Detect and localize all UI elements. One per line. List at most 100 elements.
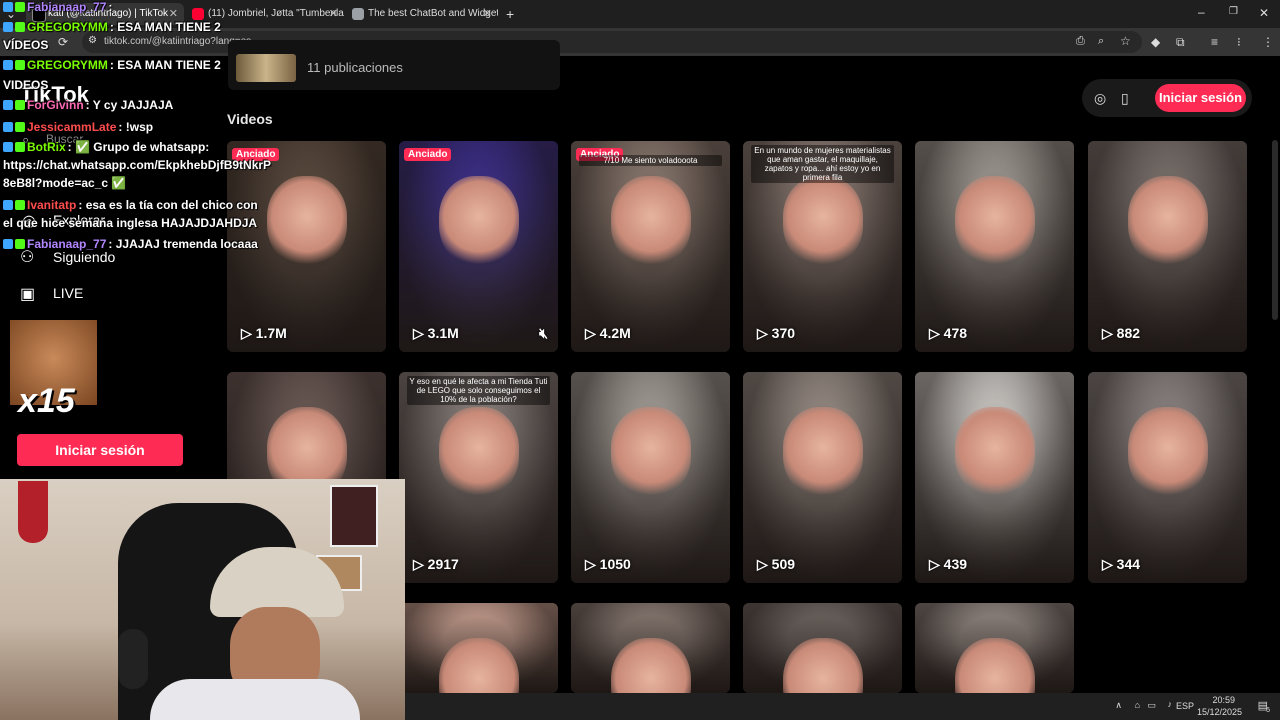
chat-badge-icon: [3, 100, 13, 110]
video-tile[interactable]: Y eso en qué le afecta a mi Tienda Tuti …: [399, 372, 558, 583]
compass-icon[interactable]: ◎: [1094, 91, 1106, 105]
site-info-icon[interactable]: ⚙: [88, 36, 97, 46]
thumbnail-face: [1128, 407, 1208, 497]
live-tv-icon[interactable]: ▣: [20, 284, 35, 304]
mute-icon[interactable]: 🔇︎: [539, 325, 548, 342]
star-icon[interactable]: ☆: [1120, 35, 1131, 47]
video-tile[interactable]: ▷ 882: [1088, 141, 1247, 352]
video-tile[interactable]: ▷ 439: [915, 372, 1074, 583]
windows-taskbar: ∧ ⌂ ▭ ♪ ESP 20:59 15/12/2025 ▤ 5: [405, 693, 1280, 720]
video-tile[interactable]: ▷ 509: [743, 372, 902, 583]
video-tile[interactable]: ▷ 1050: [571, 372, 730, 583]
video-tile[interactable]: [743, 603, 902, 693]
chat-badge-icon: [3, 142, 13, 152]
login-button-sidebar[interactable]: Iniciar sesión: [17, 434, 183, 466]
view-count: ▷ 370: [757, 325, 795, 342]
chat-username[interactable]: GREGORYMM: [27, 20, 108, 34]
webcam-feed: [0, 479, 405, 720]
chat-username[interactable]: JessicammLate: [27, 120, 116, 134]
chat-badge-icon: [3, 200, 13, 210]
chat-badge-icon: [3, 60, 13, 70]
profile-summary-card: 11 publicaciones: [228, 40, 560, 90]
chat-text: ✅ Grupo de whatsapp:: [75, 140, 210, 154]
chat-text: https://chat.whatsapp.com/EkpkhebDjfB9tN…: [3, 158, 272, 172]
subscriber-badge-icon: [15, 142, 25, 152]
video-tile[interactable]: ▷ 478: [915, 141, 1074, 352]
chat-username[interactable]: ForGivinn: [27, 98, 84, 112]
wall-poster: [330, 485, 378, 547]
chat-username[interactable]: Ivanitatp: [27, 198, 76, 212]
video-tile[interactable]: [399, 603, 558, 693]
zoom-icon[interactable]: ⌕: [1098, 36, 1104, 47]
media-control-icon[interactable]: ≡: [1211, 36, 1218, 48]
video-tile[interactable]: [571, 603, 730, 693]
clock-date[interactable]: 15/12/2025: [1197, 707, 1242, 717]
thumbnail-face: [439, 176, 519, 266]
minimize-icon[interactable]: –: [1198, 6, 1205, 18]
subscriber-badge-icon: [15, 22, 25, 32]
extensions-puzzle-icon[interactable]: ⧉: [1176, 36, 1185, 48]
install-icon[interactable]: ⎙: [1076, 36, 1085, 47]
chat-username[interactable]: Fabianaap_77: [27, 237, 106, 251]
clock-time[interactable]: 20:59: [1212, 695, 1235, 705]
video-tile[interactable]: Anciado 7/10 Me siento voladooota ▷ 4.2M: [571, 141, 730, 352]
chat-badge-icon: [3, 2, 13, 12]
volume-icon[interactable]: ♪: [1168, 699, 1173, 709]
view-count-value: 439: [943, 556, 968, 572]
restore-icon[interactable]: ❐: [1229, 7, 1238, 17]
profile-icon[interactable]: ⁝: [1237, 36, 1241, 48]
chat-message: Fabianaap_77:: [3, 0, 112, 15]
scrollbar[interactable]: [1272, 140, 1278, 320]
video-tile[interactable]: [915, 603, 1074, 693]
chat-username[interactable]: Fabianaap_77: [27, 0, 106, 14]
language-indicator[interactable]: ESP: [1176, 701, 1194, 711]
tab-label: (11) Jombriel, Jøtta "Tumbenla": [208, 8, 344, 19]
video-tile[interactable]: Anciado ▷ 3.1M 🔇︎: [399, 141, 558, 352]
chevron-up-icon[interactable]: ∧: [1115, 700, 1122, 711]
play-icon: ▷: [241, 325, 256, 341]
network-icon[interactable]: ⌂: [1135, 700, 1140, 710]
nav-live[interactable]: LIVE: [53, 285, 83, 301]
profile-thumbnail[interactable]: [236, 54, 296, 82]
chat-badge-icon: [3, 122, 13, 132]
chat-username[interactable]: GREGORYMM: [27, 58, 108, 72]
close-tab-icon[interactable]: ✕: [483, 3, 492, 25]
plus-icon[interactable]: +: [506, 7, 514, 21]
chat-message: BotRix: ✅ Grupo de whatsapp:: [3, 140, 209, 155]
play-icon: ▷: [929, 556, 944, 572]
tab-label: The best ChatBot and Widgets: [368, 8, 498, 19]
battery-icon[interactable]: ▭: [1147, 700, 1156, 711]
view-count-value: 478: [943, 325, 968, 341]
close-window-icon[interactable]: ✕: [1259, 7, 1269, 19]
subscriber-badge-icon: [15, 239, 25, 249]
login-button-top[interactable]: Iniciar sesión: [1155, 84, 1246, 112]
video-tile[interactable]: En un mundo de mujeres materialistas que…: [743, 141, 902, 352]
chat-username[interactable]: BotRix: [27, 140, 66, 154]
subscriber-badge-icon: [15, 122, 25, 132]
tab-chatbot[interactable]: The best ChatBot and Widgets ✕: [346, 3, 498, 25]
view-count-value: 1.7M: [255, 325, 287, 341]
play-icon: ▷: [413, 556, 428, 572]
emote-image: x15: [10, 320, 97, 420]
video-tile[interactable]: ▷ 344: [1088, 372, 1247, 583]
chat-text: el que hice semana inglesa HAJAJDJAHDJA: [3, 216, 258, 230]
chat-text: esa es la tía con del chico con: [85, 198, 258, 212]
thumbnail-face: [955, 176, 1035, 266]
chat-text: ESA MAN TIENE 2: [117, 58, 221, 72]
close-tab-icon[interactable]: ✕: [329, 3, 338, 25]
reload-icon[interactable]: ⟳: [58, 36, 68, 48]
view-count: ▷ 3.1M: [413, 325, 459, 342]
chat-badge-icon: [3, 239, 13, 249]
phone-icon[interactable]: ▯: [1121, 91, 1129, 105]
view-count: ▷ 4.2M: [585, 325, 631, 342]
extension-diamond-icon[interactable]: ◆: [1151, 36, 1160, 48]
thumbnail-face: [783, 407, 863, 497]
view-count: ▷ 1050: [585, 556, 631, 573]
chat-separator: :: [78, 198, 86, 212]
view-count: ▷ 439: [929, 556, 967, 573]
subscriber-badge-icon: [15, 2, 25, 12]
menu-icon[interactable]: ⋮: [1262, 36, 1274, 48]
view-count-value: 344: [1116, 556, 1141, 572]
chat-message: Fabianaap_77: JJAJAJ tremenda locaaa: [3, 237, 258, 252]
chat-message: ForGivinn: Y cy JAJJAJA: [3, 98, 173, 113]
